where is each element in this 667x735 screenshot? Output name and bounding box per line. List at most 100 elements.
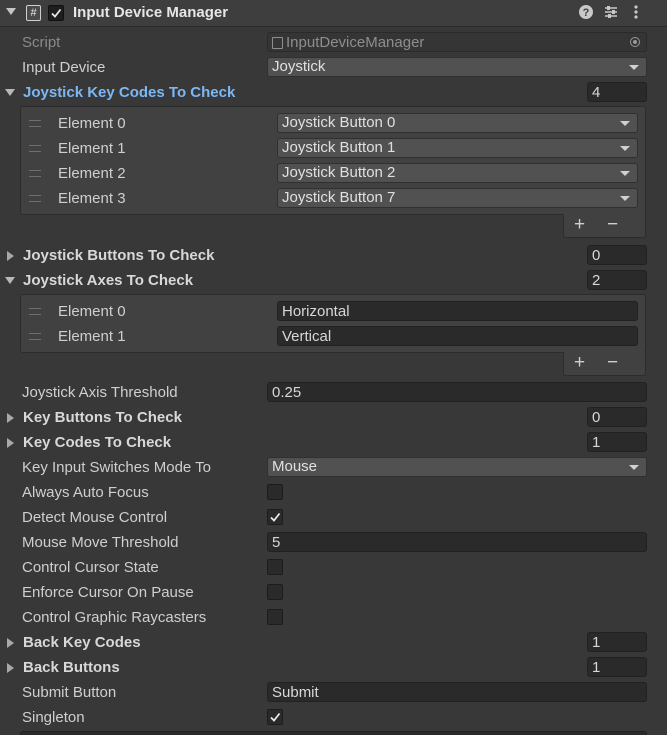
control-graphic-raycasters-checkbox[interactable] [267,609,283,625]
joystick-key-codes-size[interactable]: 4 [587,82,647,102]
remove-element-button[interactable]: − [607,353,618,373]
list-item: Element 0 Horizontal [21,299,647,324]
key-buttons-size[interactable]: 0 [587,407,647,427]
joystick-axis-threshold-field[interactable]: 0.25 [267,382,647,402]
drag-handle-icon[interactable] [29,195,41,202]
foldout-closed-icon[interactable] [7,413,14,423]
script-row: Script InputDeviceManager [0,30,667,55]
singleton-row: Singleton [0,705,667,730]
element-text-field[interactable]: Horizontal [277,301,638,321]
detect-mouse-control-label: Detect Mouse Control [22,509,168,526]
element-label: Element 0 [58,303,126,320]
drag-handle-icon[interactable] [29,170,41,177]
script-label: Script [22,34,61,51]
foldout-closed-icon[interactable] [7,438,14,448]
foldout-closed-icon[interactable] [7,663,14,673]
back-key-codes-size[interactable]: 1 [587,632,647,652]
foldout-closed-icon[interactable] [7,638,14,648]
element-label: Element 1 [58,140,126,157]
joystick-buttons-size[interactable]: 0 [587,245,647,265]
back-buttons-row[interactable]: Back Buttons 1 [0,655,667,680]
drag-handle-icon[interactable] [29,308,41,315]
component-title: Input Device Manager [73,4,229,21]
help-icon[interactable]: ? [578,4,594,20]
remove-element-button[interactable]: − [607,215,618,235]
joystick-buttons-label[interactable]: Joystick Buttons To Check [23,247,214,264]
joystick-key-codes-label[interactable]: Joystick Key Codes To Check [23,84,235,101]
joystick-axes-label[interactable]: Joystick Axes To Check [23,272,193,289]
joystick-key-codes-list: Element 0 Joystick Button 0 Element 1 Jo… [20,106,646,215]
component-enabled-checkbox[interactable] [48,5,64,21]
key-input-switches-dropdown[interactable]: Mouse [267,457,647,477]
control-cursor-state-checkbox[interactable] [267,559,283,575]
submit-button-field[interactable]: Submit [267,682,647,702]
input-device-dropdown[interactable]: Joystick [267,57,647,77]
foldout-open-icon[interactable] [5,277,15,284]
dropdown-arrow-icon [629,65,639,70]
control-cursor-state-label: Control Cursor State [22,559,159,576]
key-buttons-label[interactable]: Key Buttons To Check [23,409,182,426]
always-auto-focus-row: Always Auto Focus [0,480,667,505]
key-buttons-row[interactable]: Key Buttons To Check 0 [0,405,667,430]
list-item: Element 1 Vertical [21,324,647,349]
kebab-menu-icon[interactable] [628,4,644,20]
input-device-label: Input Device [22,59,106,76]
element-dropdown[interactable]: Joystick Button 0 [277,113,638,133]
element-dropdown[interactable]: Joystick Button 7 [277,188,638,208]
back-key-codes-row[interactable]: Back Key Codes 1 [0,630,667,655]
drag-handle-icon[interactable] [29,333,41,340]
joystick-axes-size[interactable]: 2 [587,270,647,290]
mouse-move-threshold-row: Mouse Move Threshold 5 [0,530,667,555]
singleton-checkbox[interactable] [267,709,283,725]
element-dropdown[interactable]: Joystick Button 1 [277,138,638,158]
list-item: Element 1 Joystick Button 1 [21,136,647,161]
key-codes-row[interactable]: Key Codes To Check 1 [0,430,667,455]
drag-handle-icon[interactable] [29,120,41,127]
checkmark-icon [270,712,281,722]
element-label: Element 2 [58,165,126,182]
element-text-field[interactable]: Vertical [277,326,638,346]
joystick-axes-row[interactable]: Joystick Axes To Check 2 [0,268,667,293]
foldout-open-icon[interactable] [5,89,15,96]
drag-handle-icon[interactable] [29,145,41,152]
enforce-cursor-on-pause-checkbox[interactable] [267,584,283,600]
back-key-codes-label[interactable]: Back Key Codes [23,634,141,651]
back-buttons-label[interactable]: Back Buttons [23,659,120,676]
detect-mouse-control-row: Detect Mouse Control [0,505,667,530]
key-codes-label[interactable]: Key Codes To Check [23,434,171,451]
script-icon: # [26,5,41,21]
submit-button-row: Submit Button Submit [0,680,667,705]
joystick-axis-threshold-row: Joystick Axis Threshold 0.25 [0,380,667,405]
key-codes-size[interactable]: 1 [587,432,647,452]
always-auto-focus-label: Always Auto Focus [22,484,149,501]
back-buttons-size[interactable]: 1 [587,657,647,677]
partial-next-field [20,731,647,735]
element-label: Element 1 [58,328,126,345]
foldout-closed-icon[interactable] [7,251,14,261]
joystick-axes-list: Element 0 Horizontal Element 1 Vertical [20,294,646,353]
joystick-axis-threshold-label: Joystick Axis Threshold [22,384,178,401]
element-label: Element 0 [58,115,126,132]
detect-mouse-control-checkbox[interactable] [267,509,283,525]
add-element-button[interactable]: + [574,215,585,235]
joystick-buttons-row[interactable]: Joystick Buttons To Check 0 [0,243,667,268]
script-object-field[interactable]: InputDeviceManager [267,32,647,52]
element-label: Element 3 [58,190,126,207]
element-value: Joystick Button 1 [282,139,396,156]
mouse-move-threshold-field[interactable]: 5 [267,532,647,552]
dropdown-arrow-icon [620,146,630,151]
control-graphic-raycasters-row: Control Graphic Raycasters [0,605,667,630]
joystick-key-codes-row[interactable]: Joystick Key Codes To Check 4 [0,80,667,105]
singleton-label: Singleton [22,709,85,726]
object-picker-icon[interactable] [630,37,640,47]
component-foldout-icon[interactable] [6,8,16,15]
input-device-row: Input Device Joystick [0,55,667,80]
preset-icon[interactable] [603,4,619,20]
list-footer: + − [563,352,646,376]
always-auto-focus-checkbox[interactable] [267,484,283,500]
checkmark-icon [51,8,62,18]
element-dropdown[interactable]: Joystick Button 2 [277,163,638,183]
add-element-button[interactable]: + [574,353,585,373]
dropdown-arrow-icon [620,196,630,201]
input-device-value: Joystick [272,58,326,75]
